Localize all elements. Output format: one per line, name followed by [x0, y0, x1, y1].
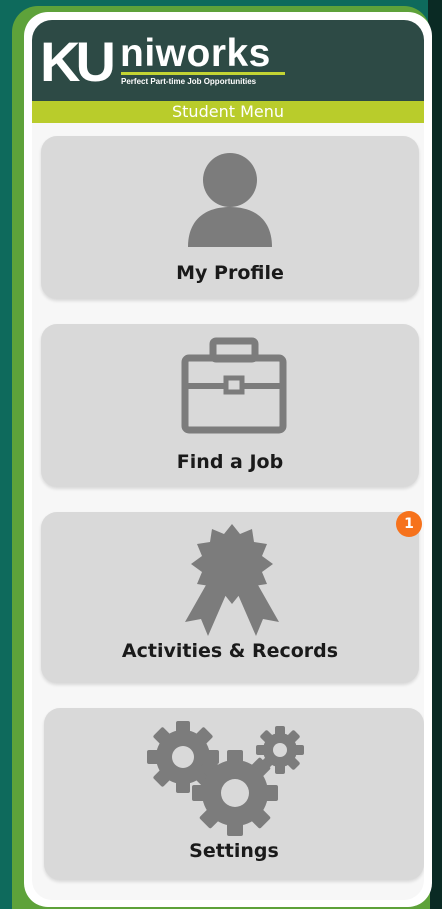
settings-button[interactable]: Settings	[44, 708, 424, 880]
logo-underline	[121, 72, 285, 75]
app-header: KU niworks Perfect Part-time Job Opportu…	[32, 20, 424, 101]
logo-niworks: niworks	[120, 32, 271, 75]
person-icon	[182, 149, 278, 253]
notification-badge: 1	[396, 511, 422, 537]
logo-ku: KU	[40, 30, 116, 93]
award-ribbon-icon	[180, 522, 284, 644]
app-screen: KU niworks Perfect Part-time Job Opportu…	[32, 20, 424, 900]
my-profile-button[interactable]: My Profile	[41, 136, 419, 299]
gears-icon	[145, 715, 305, 841]
logo-tagline: Perfect Part-time Job Opportunities	[121, 77, 257, 86]
settings-label: Settings	[189, 840, 279, 862]
my-profile-label: My Profile	[176, 262, 284, 284]
briefcase-icon	[179, 336, 289, 440]
find-a-job-label: Find a Job	[176, 451, 284, 473]
activities-records-label: Activities & Records	[121, 640, 339, 662]
find-a-job-button[interactable]: Find a Job	[41, 324, 419, 487]
menu-title: Student Menu	[32, 101, 424, 123]
activities-records-button[interactable]: Activities & Records	[41, 512, 419, 683]
